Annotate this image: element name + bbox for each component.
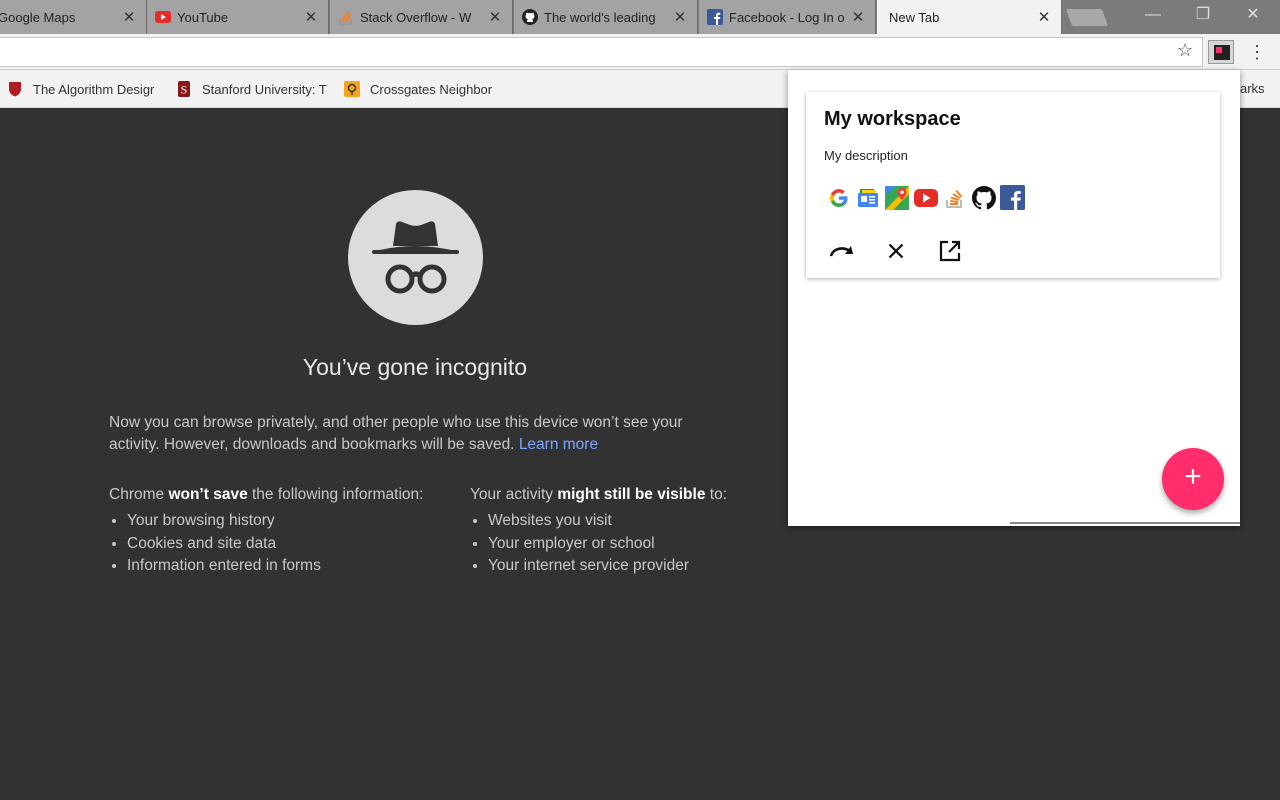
tab-github[interactable]: The world's leading ✕ <box>514 0 698 34</box>
stanford-icon: S <box>176 81 192 97</box>
still-visible-list: Websites you visit Your employer or scho… <box>470 510 727 578</box>
list-item: Your internet service provider <box>488 555 727 578</box>
window-close-button[interactable]: ✕ <box>1230 0 1276 30</box>
list-item: Cookies and site data <box>127 533 423 556</box>
bookmark-algorithm-design[interactable]: The Algorithm Desigr <box>7 70 159 108</box>
list-item: Your browsing history <box>127 510 423 533</box>
learn-more-link[interactable]: Learn more <box>519 436 598 453</box>
still-visible-column: Your activity might still be visible to:… <box>470 486 727 578</box>
workspace-card[interactable]: My workspace My description <box>806 92 1220 278</box>
tab-title: Google Maps <box>0 9 76 25</box>
chrome-menu-icon[interactable]: ⋮ <box>1248 40 1266 64</box>
address-bar[interactable] <box>0 37 1203 67</box>
stackoverflow-icon <box>338 9 354 25</box>
list-item: Information entered in forms <box>127 555 423 578</box>
toolbar: ☆ <box>0 34 1280 70</box>
wont-save-heading: Chrome won’t save the following informat… <box>109 486 424 503</box>
redo-icon[interactable] <box>828 237 856 265</box>
workspace-actions <box>828 237 990 265</box>
popup-divider <box>1010 522 1240 524</box>
workspace-popup: My workspace My description + <box>788 70 1240 526</box>
add-workspace-button[interactable]: + <box>1162 448 1224 510</box>
close-icon[interactable] <box>882 237 910 265</box>
open-external-icon[interactable] <box>936 237 964 265</box>
shield-icon <box>7 81 23 97</box>
workspace-extension-icon[interactable] <box>1208 40 1234 64</box>
minimize-button[interactable]: — <box>1130 0 1176 30</box>
list-item: Your employer or school <box>488 533 727 556</box>
tab-close-icon[interactable]: ✕ <box>120 8 138 26</box>
incognito-paragraph: Now you can browse privately, and other … <box>109 412 719 456</box>
svg-text:S: S <box>181 83 188 97</box>
tab-new-tab[interactable]: New Tab ✕ <box>877 0 1062 34</box>
tab-close-icon[interactable]: ✕ <box>1035 8 1053 26</box>
bookmark-label: The Algorithm Desigr <box>33 81 155 97</box>
new-tab-button[interactable] <box>1065 9 1109 26</box>
github-icon[interactable] <box>971 185 996 210</box>
tab-facebook[interactable]: Facebook - Log In o ✕ <box>699 0 876 34</box>
google-news-icon[interactable] <box>855 185 880 210</box>
google-maps-icon[interactable] <box>884 185 909 210</box>
tab-google-maps[interactable]: Google Maps ✕ <box>0 0 147 34</box>
workspace-site-icons <box>826 185 1029 210</box>
bookmark-stanford[interactable]: S Stanford University: T <box>176 70 328 108</box>
github-icon <box>522 9 538 25</box>
incognito-heading: You’ve gone incognito <box>302 354 528 380</box>
wont-save-column: Chrome won’t save the following informat… <box>109 486 423 578</box>
bookmark-label: Stanford University: T <box>202 81 327 97</box>
bookmark-star-icon[interactable]: ☆ <box>1177 40 1193 61</box>
tab-title: Facebook - Log In o <box>729 9 845 25</box>
google-icon[interactable] <box>826 185 851 210</box>
crossgates-icon <box>344 81 360 97</box>
tab-title: Stack Overflow - W <box>360 9 472 25</box>
facebook-icon <box>707 9 723 25</box>
tab-close-icon[interactable]: ✕ <box>849 8 867 26</box>
facebook-icon[interactable] <box>1000 185 1025 210</box>
tab-close-icon[interactable]: ✕ <box>486 8 504 26</box>
workspace-description: My description <box>824 148 908 163</box>
tab-title: YouTube <box>177 9 229 25</box>
youtube-icon[interactable] <box>913 185 938 210</box>
restore-button[interactable]: ❐ <box>1180 0 1226 30</box>
stackoverflow-icon[interactable] <box>942 185 967 210</box>
list-item: Websites you visit <box>488 510 727 533</box>
youtube-icon <box>155 9 171 25</box>
bookmark-label: Crossgates Neighbor <box>370 81 493 97</box>
tab-close-icon[interactable]: ✕ <box>302 8 320 26</box>
other-bookmarks-label[interactable]: arks <box>1240 81 1265 96</box>
incognito-icon <box>348 190 483 325</box>
tab-youtube[interactable]: YouTube ✕ <box>147 0 329 34</box>
tab-strip: Google Maps ✕ YouTube ✕ Stack Overflow -… <box>0 0 1280 34</box>
tab-title: New Tab <box>889 9 940 25</box>
workspace-title: My workspace <box>824 108 961 130</box>
bookmark-crossgates[interactable]: Crossgates Neighbor <box>344 70 499 108</box>
tab-title: The world's leading <box>544 9 656 25</box>
tab-stack-overflow[interactable]: Stack Overflow - W ✕ <box>330 0 513 34</box>
wont-save-list: Your browsing history Cookies and site d… <box>109 510 423 578</box>
tab-close-icon[interactable]: ✕ <box>671 8 689 26</box>
still-visible-heading: Your activity might still be visible to: <box>470 486 728 503</box>
